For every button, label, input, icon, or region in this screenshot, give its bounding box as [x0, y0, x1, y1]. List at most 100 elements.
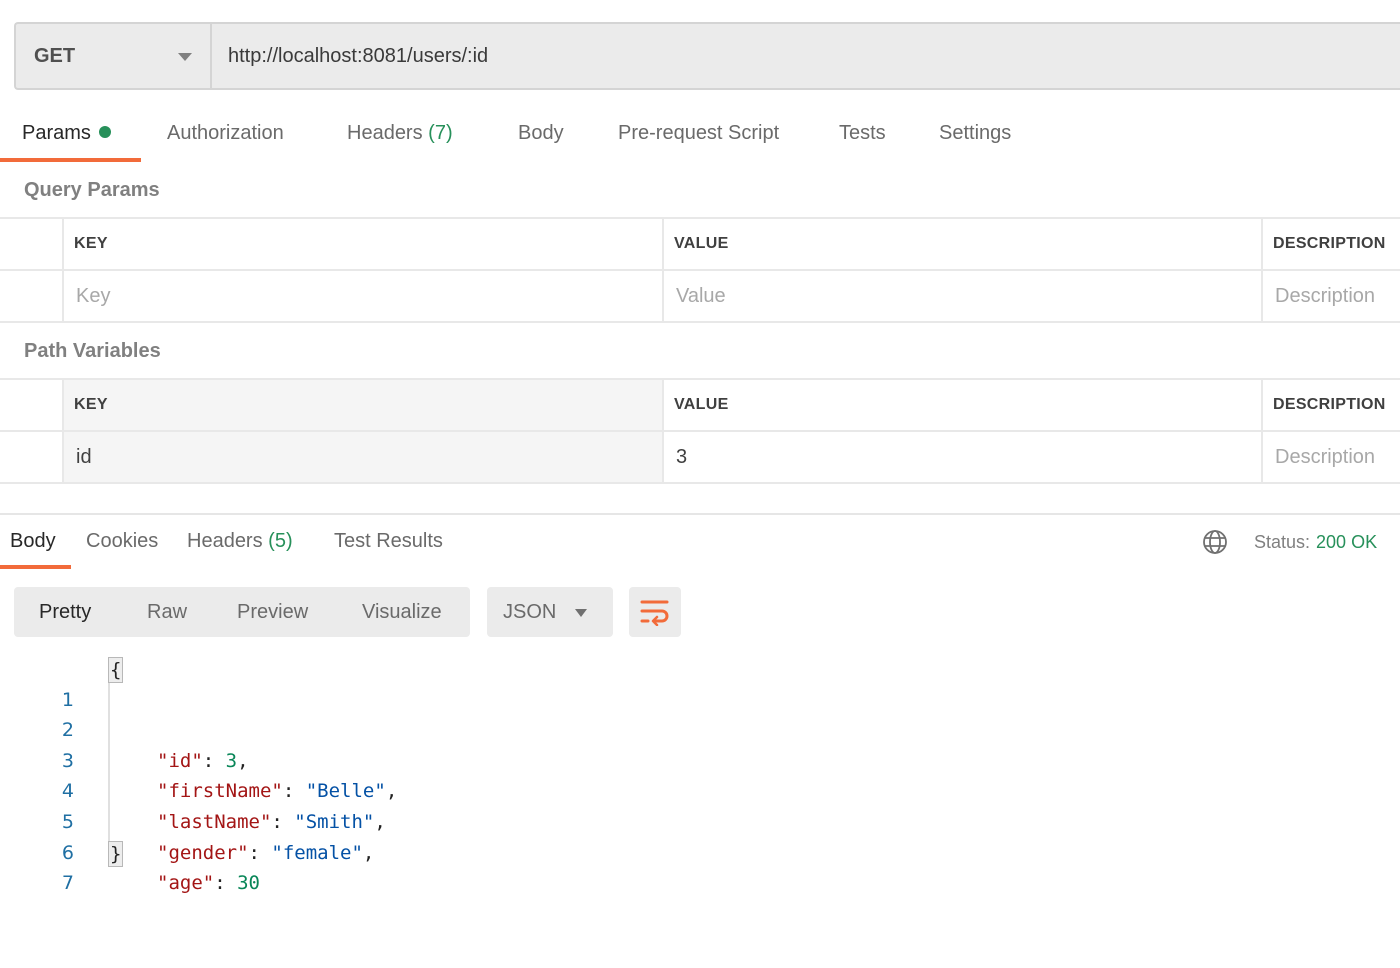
word-wrap-button[interactable] [629, 587, 681, 637]
section-divider [0, 513, 1400, 515]
request-bar: GET http://localhost:8081/users/:id [14, 22, 1400, 90]
row-handle-cell [0, 271, 64, 321]
json-key: "id" [157, 749, 203, 772]
active-tab-underline [0, 158, 141, 162]
line-number: 5 [61, 810, 74, 833]
view-mode-visualize[interactable]: Visualize [362, 601, 442, 624]
line-number: 1 [61, 688, 74, 711]
column-header-value: VALUE [664, 219, 1263, 269]
row-handle-cell [0, 380, 64, 430]
row-handle-cell [0, 219, 64, 269]
json-string: "Belle" [305, 780, 386, 803]
tab-params[interactable]: Params [22, 122, 111, 145]
table-row: Key Value Description [0, 271, 1400, 323]
view-mode-group: Pretty Raw Preview Visualize [14, 587, 470, 637]
json-key: "firstName" [157, 780, 283, 803]
response-status: Status: 200 OK [1254, 532, 1377, 553]
code-line: 5 "gender": "female", [0, 776, 374, 864]
request-tabs: Params Authorization Headers (7) Body Pr… [0, 110, 1400, 164]
code-line: 3 "firstName": "Belle", [0, 715, 397, 803]
word-wrap-icon [640, 600, 669, 626]
tab-body[interactable]: Body [518, 122, 564, 145]
column-header-description: DESCRIPTION [1273, 235, 1386, 252]
status-badge: 200 OK [1316, 532, 1378, 552]
line-number: 4 [61, 780, 74, 803]
open-brace: { [108, 657, 124, 683]
path-key-cell: id [64, 432, 664, 482]
json-colon: : [271, 810, 295, 833]
url-input[interactable]: http://localhost:8081/users/:id [212, 24, 1400, 88]
code-line: 6 "age": 30 [0, 807, 260, 895]
response-tab-test-results[interactable]: Test Results [334, 530, 443, 553]
chevron-down-icon [178, 53, 192, 61]
tab-label: Params [22, 122, 91, 144]
view-mode-raw[interactable]: Raw [147, 601, 187, 624]
close-brace: } [108, 840, 124, 867]
json-string: "female" [271, 841, 363, 864]
column-header-key: KEY [64, 219, 664, 269]
response-tab-body[interactable]: Body [10, 530, 56, 553]
json-key: "lastName" [157, 810, 272, 833]
line-number: 6 [61, 841, 74, 864]
path-variables-title: Path Variables [24, 340, 161, 362]
params-indicator-dot [98, 126, 111, 138]
value-input[interactable]: Value [664, 271, 1263, 321]
view-mode-preview[interactable]: Preview [237, 601, 308, 624]
method-label: GET [34, 44, 76, 67]
query-params-table: KEY VALUE DESCRIPTION Key Value Descript… [0, 217, 1400, 323]
json-colon: : [282, 780, 306, 803]
headers-count: (7) [428, 122, 453, 144]
description-input[interactable]: Description [1263, 271, 1400, 321]
table-row: id 3 Description [0, 432, 1400, 484]
status-label: Status: [1254, 532, 1311, 552]
column-header-description: DESCRIPTION [1273, 396, 1386, 413]
code-line: 4 "lastName": "Smith", [0, 746, 386, 833]
table-header-row: KEY VALUE DESCRIPTION [0, 219, 1400, 271]
active-response-tab-underline [0, 565, 71, 569]
tab-pre-request-script[interactable]: Pre-request Script [618, 122, 779, 145]
json-comma: , [385, 780, 398, 803]
query-params-title: Query Params [24, 179, 160, 201]
row-handle-cell [0, 432, 64, 482]
headers-count: (5) [268, 530, 293, 552]
json-colon: : [202, 749, 226, 772]
tab-headers[interactable]: Headers (7) [347, 122, 453, 145]
json-comma: , [362, 841, 375, 864]
response-body-editor[interactable]: 1 { 2 "id": 3, 3 "firstName": "Belle", 4… [0, 654, 397, 895]
json-key: "age" [157, 872, 215, 895]
table-header-row: KEY VALUE DESCRIPTION [0, 380, 1400, 432]
column-header-value: VALUE [664, 380, 1263, 430]
line-number: 7 [61, 872, 74, 895]
line-number: 2 [61, 719, 74, 742]
json-string: "Smith" [294, 810, 375, 833]
json-colon: : [214, 872, 238, 895]
response-tab-headers[interactable]: Headers (5) [187, 530, 293, 553]
tab-label: Headers [347, 122, 423, 144]
code-line: 1 { [0, 654, 124, 711]
column-header-key: KEY [64, 380, 664, 430]
line-number: 3 [61, 749, 74, 772]
json-key: "gender" [157, 841, 249, 864]
view-mode-pretty[interactable]: Pretty [39, 601, 91, 624]
format-select[interactable]: JSON [487, 587, 613, 637]
path-variables-table: KEY VALUE DESCRIPTION id 3 Description [0, 378, 1400, 484]
code-line: 7 } [0, 838, 124, 894]
chevron-down-icon [575, 609, 587, 617]
path-description-input[interactable]: Description [1263, 432, 1400, 482]
tab-settings[interactable]: Settings [939, 122, 1011, 145]
json-number: 30 [237, 872, 260, 895]
globe-icon[interactable] [1202, 529, 1228, 555]
method-select[interactable]: GET [16, 24, 212, 88]
json-number: 3 [225, 749, 238, 772]
tab-label: Headers [187, 530, 263, 552]
path-value-input[interactable]: 3 [664, 432, 1263, 482]
fold-guide [108, 664, 110, 864]
response-tab-cookies[interactable]: Cookies [86, 530, 158, 553]
tab-authorization[interactable]: Authorization [167, 122, 284, 145]
key-input[interactable]: Key [64, 271, 664, 321]
json-comma: , [374, 810, 386, 833]
code-line: 2 "id": 3, [0, 685, 249, 772]
format-label: JSON [503, 601, 557, 623]
tab-tests[interactable]: Tests [839, 122, 886, 145]
json-comma: , [237, 749, 249, 772]
